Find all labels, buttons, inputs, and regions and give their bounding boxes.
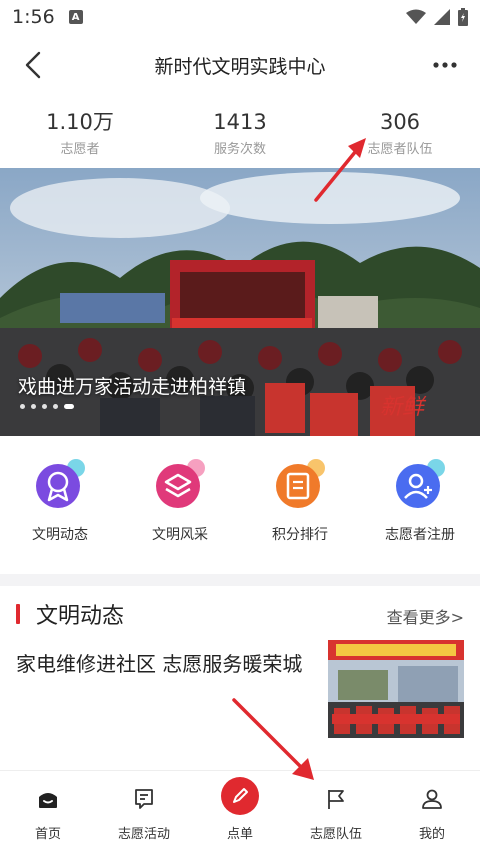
stats-row: 1.10万 志愿者 1413 服务次数 306 志愿者队伍 — [0, 108, 480, 164]
banner-dot[interactable] — [31, 404, 36, 409]
nav-order[interactable]: 点单 — [192, 771, 288, 853]
news-thumbnail-image — [328, 640, 464, 738]
nav-label: 志愿活动 — [117, 827, 170, 842]
nav-home[interactable]: 首页 — [0, 771, 96, 853]
menu-volunteer-register[interactable]: 志愿者注册 — [360, 456, 480, 560]
stat-label: 志愿者 — [60, 142, 100, 157]
document-icon — [276, 459, 325, 508]
stat-value: 306 — [379, 110, 421, 134]
award-icon — [36, 459, 85, 508]
section-accent-bar — [16, 604, 20, 624]
section-title: 文明动态 — [36, 604, 125, 629]
notification-icon: A — [68, 10, 83, 24]
stat-label: 志愿者队伍 — [367, 142, 433, 157]
banner-dot[interactable] — [20, 404, 25, 409]
status-time: 1:56 — [12, 6, 55, 28]
chevron-left-icon — [25, 51, 41, 79]
banner-dot[interactable] — [42, 404, 47, 409]
battery-icon — [458, 8, 468, 26]
app-header: 新时代文明实践中心 — [0, 34, 480, 96]
stat-label: 服务次数 — [213, 142, 266, 157]
section-header: 文明动态 查看更多> — [0, 596, 480, 632]
banner-pagination — [20, 404, 74, 409]
status-icons — [406, 8, 468, 26]
layers-icon — [156, 459, 205, 508]
menu-label: 文明动态 — [32, 527, 88, 543]
news-item[interactable]: 家电维修进社区 志愿服务暖荣城 — [0, 640, 480, 760]
user-icon — [418, 785, 446, 813]
page-title: 新时代文明实践中心 — [154, 55, 326, 78]
menu-label: 积分排行 — [272, 527, 328, 543]
see-more-link[interactable]: 查看更多> — [387, 604, 464, 628]
menu-civilization-style[interactable]: 文明风采 — [120, 456, 240, 560]
home-icon — [34, 785, 62, 813]
nav-label: 首页 — [34, 827, 61, 842]
flag-icon — [322, 785, 350, 813]
bottom-nav: 首页 志愿活动 点单 志愿队伍 我的 — [0, 770, 480, 853]
banner-watermark: 新鲜 — [380, 394, 427, 419]
banner-dot[interactable] — [53, 404, 58, 409]
banner-caption: 戏曲进万家活动走进柏祥镇 — [18, 376, 247, 398]
nav-label: 志愿队伍 — [309, 827, 362, 842]
stat-volunteers[interactable]: 1.10万 志愿者 — [0, 108, 160, 164]
stat-service-count[interactable]: 1413 服务次数 — [160, 108, 320, 164]
stat-value: 1.10万 — [46, 110, 114, 134]
stat-value: 1413 — [213, 110, 267, 134]
more-button[interactable] — [428, 48, 462, 82]
menu-civilization-news[interactable]: 文明动态 — [0, 456, 120, 560]
message-square-icon — [130, 785, 158, 813]
status-bar: 1:56 A — [0, 0, 480, 34]
quick-menu: 文明动态 文明风采 积分排行 志愿者注册 — [0, 456, 480, 560]
stat-volunteer-teams[interactable]: 306 志愿者队伍 — [320, 108, 480, 164]
menu-label: 志愿者注册 — [385, 527, 455, 543]
news-thumbnail — [328, 640, 464, 738]
pen-icon — [221, 777, 259, 815]
wifi-icon — [406, 9, 426, 24]
signal-icon — [434, 9, 450, 25]
menu-label: 文明风采 — [152, 527, 208, 543]
nav-volunteer-teams[interactable]: 志愿队伍 — [288, 771, 384, 853]
news-title: 家电维修进社区 志愿服务暖荣城 — [16, 652, 303, 676]
back-button[interactable] — [18, 48, 48, 82]
menu-points-ranking[interactable]: 积分排行 — [240, 456, 360, 560]
banner-dot-active[interactable] — [64, 404, 74, 409]
add-user-icon — [396, 459, 445, 508]
nav-label: 我的 — [418, 827, 445, 842]
nav-label: 点单 — [226, 827, 253, 842]
nav-volunteer-activities[interactable]: 志愿活动 — [96, 771, 192, 853]
more-dots-icon — [433, 62, 457, 68]
section-divider — [0, 574, 480, 586]
nav-mine[interactable]: 我的 — [384, 771, 480, 853]
